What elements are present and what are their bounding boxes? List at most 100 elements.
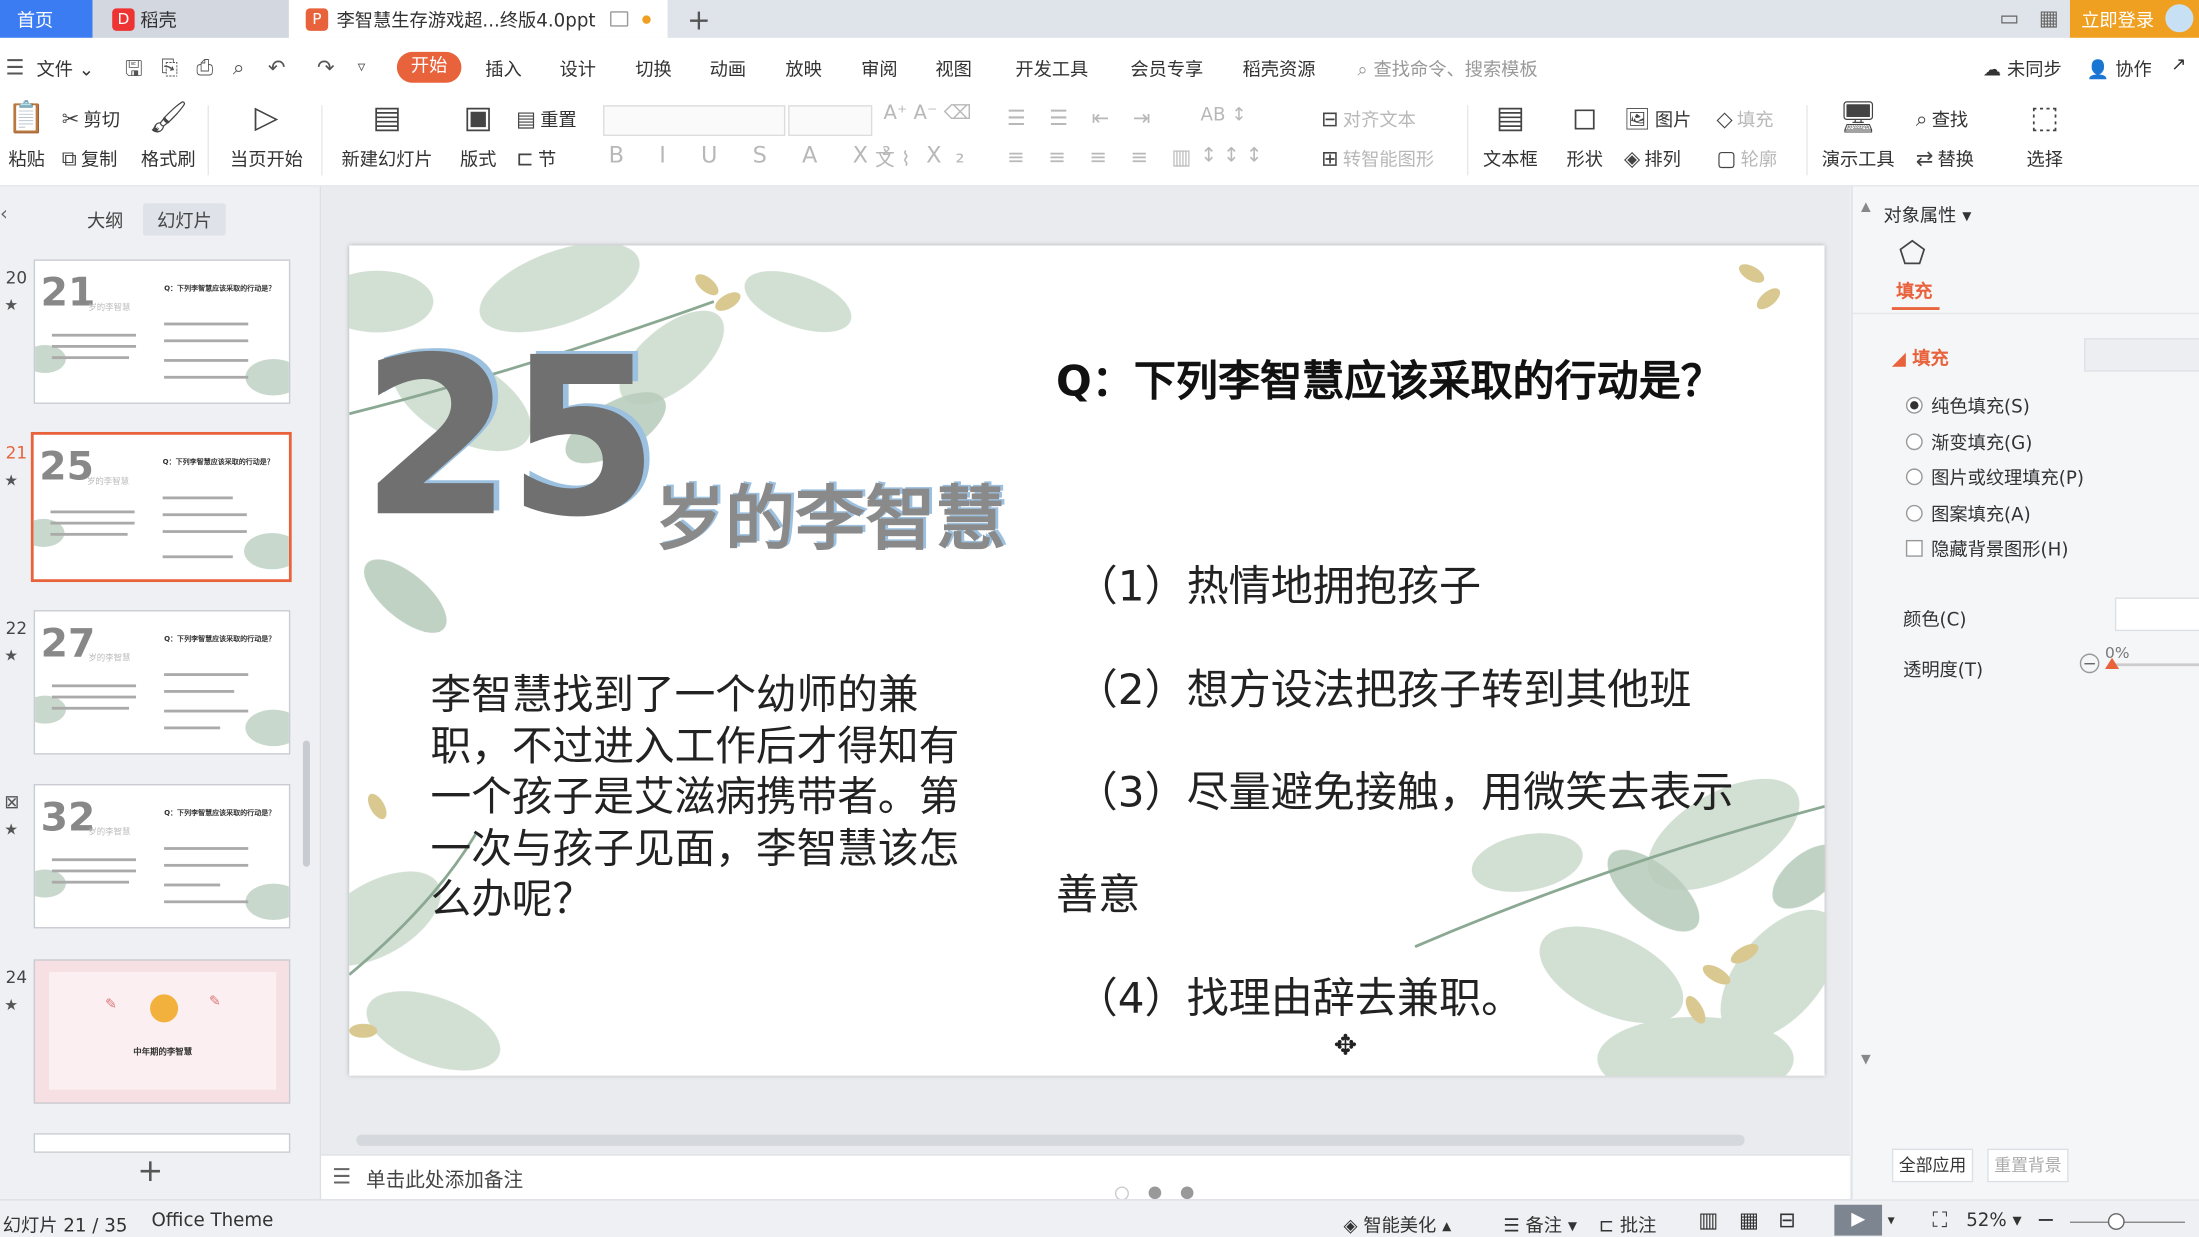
align-group[interactable]: ≡ ≡ ≡ ≡ ▥ — [1007, 144, 1200, 169]
hamburger-icon[interactable]: ☰ — [6, 55, 25, 80]
color-picker[interactable] — [2114, 597, 2199, 632]
normal-view-icon[interactable]: ▥ — [1698, 1208, 1718, 1233]
apply-all-button[interactable]: 全部应用 — [1891, 1148, 1974, 1183]
menu-slideshow[interactable]: 放映 — [785, 55, 821, 81]
panel-scroll-up-icon[interactable]: ▲ — [1861, 201, 1871, 215]
save-icon[interactable]: 🖫 — [125, 55, 143, 90]
hide-background-checkbox[interactable]: 隐藏背景图形(H) — [1905, 534, 2068, 561]
print-icon[interactable]: ⎙ — [196, 55, 213, 80]
picture-fill-radio[interactable]: 图片或纹理填充(P) — [1905, 463, 2084, 489]
slide-thumbnail[interactable]: 27 岁的李智慧 Q：下列李智慧应该采取的行动是？ — [33, 610, 291, 755]
option-4[interactable]: （4）找理由辞去兼职。 — [1076, 964, 1524, 1026]
menu-developer[interactable]: 开发工具 — [1015, 55, 1088, 81]
reset-button[interactable]: ▤ 重置 — [516, 105, 577, 132]
font-grow-icon[interactable]: A⁺ A⁻ ⌫ — [884, 102, 972, 124]
transparency-slider[interactable] — [2112, 663, 2199, 667]
select-button[interactable]: ⬚ 选择 — [2017, 100, 2073, 171]
pattern-fill-radio[interactable]: 图案填充(A) — [1905, 499, 2031, 526]
menu-view[interactable]: 视图 — [935, 55, 971, 81]
textbox-button[interactable]: ▤ 文本框 — [1478, 100, 1543, 171]
panel-title[interactable]: 对象属性 ▾ — [1883, 201, 1971, 227]
zoom-level[interactable]: 52% ▾ — [1966, 1210, 2022, 1231]
text-direction-icon[interactable]: AB ↕ — [1200, 105, 1246, 126]
option-1[interactable]: （1）热情地拥抱孩子 — [1076, 551, 1481, 613]
export-icon[interactable]: ⎘ — [161, 55, 178, 80]
slide-thumbnail[interactable]: 32 岁的李智慧 Q：下列李智慧应该采取的行动是？ — [33, 783, 291, 929]
tab-slides[interactable]: 幻灯片 — [143, 203, 226, 236]
font-name-select[interactable] — [603, 105, 786, 137]
tab-fill[interactable]: 填充 — [1896, 276, 1932, 303]
option-3[interactable]: （3）尽量避免接触，用微笑去表示 — [1076, 757, 1734, 819]
play-from-current-button[interactable]: ▷ 当页开始 — [222, 100, 312, 171]
page-dot[interactable] — [1180, 1186, 1194, 1200]
beautify-button[interactable]: ◈ 智能美化 ▴ — [1344, 1210, 1452, 1237]
undo-icon[interactable]: ↶ — [268, 55, 286, 80]
fit-window-icon[interactable]: ⛶ — [1933, 1208, 1948, 1233]
phonetic-icon[interactable]: 文 ⌇ — [875, 144, 910, 172]
menu-animation[interactable]: 动画 — [710, 55, 746, 81]
picture-button[interactable]: 🖼 图片 — [1624, 105, 1691, 132]
outline-button[interactable]: ▢ 轮廓 — [1717, 144, 1778, 171]
add-slide-button[interactable]: + — [137, 1154, 163, 1189]
theme-name[interactable]: Office Theme — [151, 1210, 273, 1231]
fill-button[interactable]: ◇ 填充 — [1717, 105, 1774, 132]
tab-home[interactable]: 首页 — [0, 0, 93, 38]
slide-thumbnail-current[interactable]: 25 岁的李智慧 Q：下列李智慧应该采取的行动是？ — [30, 431, 292, 583]
slide[interactable]: 25 岁的李智慧 Q：下列李智慧应该采取的行动是？ 李智慧找到了一个幼师的兼职，… — [349, 245, 1825, 1076]
menu-member[interactable]: 会员专享 — [1130, 55, 1203, 81]
slide-thumbnail[interactable]: 21 岁的李智慧 Q：下列李智慧应该采取的行动是？ — [33, 259, 291, 404]
align-text-button[interactable]: ⊟ 对齐文本 — [1321, 105, 1416, 132]
copy-button[interactable]: ⧉ 复制 — [62, 144, 118, 171]
fill-section-header[interactable]: ◢ 填充 — [1892, 344, 1949, 370]
close-panel-icon[interactable]: ‹ — [0, 203, 8, 225]
fill-bucket-icon[interactable]: ⬠ — [1899, 237, 1926, 272]
paste-button[interactable]: 📋 粘贴 — [3, 100, 51, 171]
age-caption[interactable]: 岁的李智慧 — [655, 463, 1006, 564]
age-number[interactable]: 25 — [360, 318, 659, 556]
gradient-fill-radio[interactable]: 渐变填充(G) — [1905, 428, 2032, 454]
tab-outline[interactable]: 大纲 — [87, 206, 123, 233]
print-preview-icon[interactable]: ⌕ — [233, 55, 245, 80]
line-spacing-icon[interactable]: ↕ ↕ ↕ — [1200, 144, 1262, 166]
menu-daoke-resources[interactable]: 稻壳资源 — [1243, 55, 1316, 81]
page-dot[interactable] — [1148, 1186, 1162, 1200]
shape-button[interactable]: ◻ 形状 — [1557, 100, 1613, 171]
option-3-continued[interactable]: 善意 — [1056, 860, 1140, 922]
play-options-icon[interactable]: ▾ — [1888, 1213, 1895, 1228]
replace-button[interactable]: ⇄ 替换 — [1916, 144, 1974, 171]
sync-status[interactable]: ☁ 未同步 — [1983, 55, 2062, 81]
login-button[interactable]: 立即登录 — [2069, 0, 2199, 38]
reading-view-icon[interactable]: ⊟ — [1778, 1208, 1796, 1233]
layout-icon[interactable]: ▭ — [1999, 6, 2019, 31]
comments-toggle[interactable]: ⊏ 批注 — [1599, 1210, 1657, 1237]
panel-scroll-down-icon[interactable]: ▼ — [1861, 1053, 1871, 1067]
find-button[interactable]: ⌕ 查找 — [1916, 105, 1968, 132]
menu-file[interactable]: 文件 ⌄ — [36, 55, 94, 81]
font-style-group[interactable]: B I U S A X² X₂ — [609, 142, 979, 169]
option-2[interactable]: （2）想方设法把孩子转到其他班 — [1076, 655, 1692, 717]
menu-insert[interactable]: 插入 — [485, 55, 521, 81]
story-text[interactable]: 李智慧找到了一个幼师的兼职，不过进入工作后才得知有一个孩子是艾滋病携带者。第一次… — [431, 669, 992, 925]
menu-transition[interactable]: 切换 — [635, 55, 671, 81]
menu-review[interactable]: 审阅 — [861, 55, 897, 81]
zoom-out-icon[interactable]: − — [2036, 1206, 2055, 1233]
zoom-slider[interactable] — [2069, 1221, 2185, 1223]
slide-thumbnail[interactable]: ✎ ✎ 中年期的李智慧 — [33, 959, 291, 1104]
grid-icon[interactable]: ▦ — [2039, 6, 2059, 31]
new-tab-button[interactable]: + — [687, 3, 711, 37]
new-slide-button[interactable]: ▤ 新建幻灯片 — [334, 100, 441, 171]
tab-daoke[interactable]: D 稻壳 — [92, 0, 289, 38]
redo-icon[interactable]: ↷ — [317, 55, 335, 80]
notes-toggle[interactable]: ☰ 备注 ▾ — [1503, 1210, 1577, 1237]
more-quick-icon[interactable]: ▿ — [358, 58, 366, 76]
solid-fill-radio[interactable]: 纯色填充(S) — [1905, 391, 2030, 418]
format-painter-button[interactable]: 🖌 格式刷 — [139, 100, 198, 171]
notes-area[interactable]: ☰ 单击此处添加备注 — [321, 1154, 1850, 1201]
layout-button[interactable]: ▣ 版式 — [452, 100, 505, 171]
present-tools-button[interactable]: 🖥 演示工具 — [1818, 100, 1899, 171]
smart-shape-button[interactable]: ⊞ 转智能图形 — [1321, 144, 1434, 171]
slide-question[interactable]: Q：下列李智慧应该采取的行动是？ — [1056, 346, 1723, 408]
command-search[interactable]: ⌕ 查找命令、搜索模板 — [1358, 55, 1538, 81]
tab-document[interactable]: P 李智慧生存游戏超...终版4.0ppt — [288, 0, 668, 38]
sorter-view-icon[interactable]: ▦ — [1739, 1208, 1759, 1233]
